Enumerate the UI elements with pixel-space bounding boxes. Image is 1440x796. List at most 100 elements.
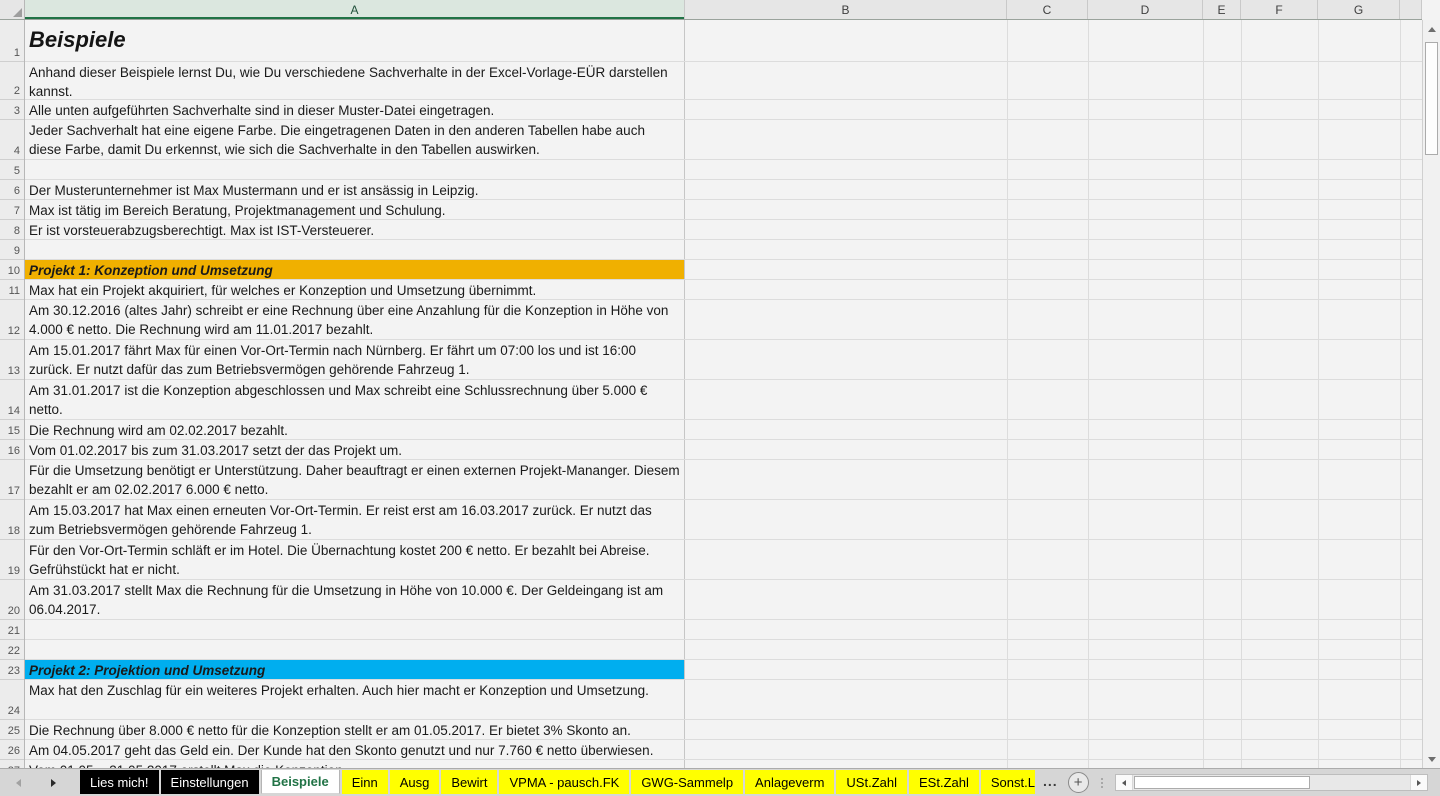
add-sheet-button[interactable]: +: [1068, 772, 1089, 793]
sheet-tab-gwg-sammelp[interactable]: GWG-Sammelp: [631, 770, 743, 794]
cell-A6[interactable]: Der Musterunternehmer ist Max Mustermann…: [25, 180, 685, 199]
row-number-16[interactable]: 16: [0, 440, 24, 460]
row-number-7[interactable]: 7: [0, 200, 24, 220]
sheet-row-19: Für den Vor-Ort-Termin schläft er im Hot…: [25, 540, 1422, 580]
row-number-3[interactable]: 3: [0, 100, 24, 120]
row-number-17[interactable]: 17: [0, 460, 24, 500]
row-number-14[interactable]: 14: [0, 380, 24, 420]
column-header-B[interactable]: B: [685, 0, 1007, 19]
vertical-scrollbar-thumb[interactable]: [1425, 42, 1438, 155]
cell-A3[interactable]: Alle unten aufgeführten Sachverhalte sin…: [25, 100, 685, 119]
column-header-row: ABCDEFG: [0, 0, 1422, 20]
cell-A27[interactable]: Vom 01.05. - 31.05.2017 erstellt Max die…: [25, 760, 685, 768]
row-number-13[interactable]: 13: [0, 340, 24, 380]
sheet-row-11: Max hat ein Projekt akquiriert, für welc…: [25, 280, 1422, 300]
row-number-22[interactable]: 22: [0, 640, 24, 660]
cell-A16[interactable]: Vom 01.02.2017 bis zum 31.03.2017 setzt …: [25, 440, 685, 459]
cell-A7[interactable]: Max ist tätig im Bereich Beratung, Proje…: [25, 200, 685, 219]
row-number-26[interactable]: 26: [0, 740, 24, 760]
sheet-tab-est-zahl[interactable]: ESt.Zahl: [909, 770, 979, 794]
row-number-5[interactable]: 5: [0, 160, 24, 180]
row-number-10[interactable]: 10: [0, 260, 24, 280]
scroll-up-button[interactable]: [1423, 20, 1440, 38]
sheet-row-8: Er ist vorsteuerabzugsberechtigt. Max is…: [25, 220, 1422, 240]
row-number-27[interactable]: 27: [0, 760, 24, 768]
cell-A25[interactable]: Die Rechnung über 8.000 € netto für die …: [25, 720, 685, 739]
sheet-row-26: Am 04.05.2017 geht das Geld ein. Der Kun…: [25, 740, 1422, 760]
prev-sheet-icon[interactable]: [16, 779, 21, 787]
column-header-C[interactable]: C: [1007, 0, 1088, 19]
cell-A19[interactable]: Für den Vor-Ort-Termin schläft er im Hot…: [25, 540, 685, 579]
sheet-row-17: Für die Umsetzung benötigt er Unterstütz…: [25, 460, 1422, 500]
sheet-tab-anlageverm[interactable]: Anlageverm: [745, 770, 834, 794]
sheet-tab-einstellungen[interactable]: Einstellungen: [161, 770, 259, 794]
sheet-tab-beispiele[interactable]: Beispiele: [261, 770, 340, 794]
sheet-row-20: Am 31.03.2017 stellt Max die Rechnung fü…: [25, 580, 1422, 620]
row-number-24[interactable]: 24: [0, 680, 24, 720]
row-number-1[interactable]: 1: [0, 20, 24, 62]
tabbar-resize-handle[interactable]: [1101, 778, 1103, 788]
cell-A12[interactable]: Am 30.12.2016 (altes Jahr) schreibt er e…: [25, 300, 685, 339]
sheet-tab-vpma-pausch-fk[interactable]: VPMA - pausch.FK: [499, 770, 629, 794]
cell-A10[interactable]: Projekt 1: Konzeption und Umsetzung: [25, 260, 685, 279]
row-number-2[interactable]: 2: [0, 62, 24, 100]
row-number-4[interactable]: 4: [0, 120, 24, 160]
sheet-tab-ust-zahl[interactable]: USt.Zahl: [836, 770, 907, 794]
row-number-9[interactable]: 9: [0, 240, 24, 260]
vertical-scrollbar[interactable]: [1422, 20, 1440, 768]
cell-A13[interactable]: Am 15.01.2017 fährt Max für einen Vor-Or…: [25, 340, 685, 379]
column-header-D[interactable]: D: [1088, 0, 1203, 19]
cell-A21[interactable]: [25, 620, 685, 639]
scroll-down-button[interactable]: [1423, 750, 1440, 768]
horizontal-scrollbar[interactable]: [1115, 774, 1428, 791]
sheet-tab-lies-mich[interactable]: Lies mich!: [80, 770, 159, 794]
row-number-18[interactable]: 18: [0, 500, 24, 540]
scroll-right-button[interactable]: [1410, 775, 1427, 790]
cell-A5[interactable]: [25, 160, 685, 179]
cell-A1[interactable]: Beispiele: [25, 20, 685, 61]
cell-A9[interactable]: [25, 240, 685, 259]
row-number-11[interactable]: 11: [0, 280, 24, 300]
sheet-tab-bar: Lies mich!EinstellungenBeispieleEinnAusg…: [0, 768, 1440, 796]
more-sheets-indicator[interactable]: ...: [1043, 773, 1058, 789]
cell-A22[interactable]: [25, 640, 685, 659]
cell-A4[interactable]: Jeder Sachverhalt hat eine eigene Farbe.…: [25, 120, 685, 159]
column-header-G[interactable]: G: [1318, 0, 1400, 19]
row-number-12[interactable]: 12: [0, 300, 24, 340]
column-header-E[interactable]: E: [1203, 0, 1241, 19]
horizontal-scrollbar-thumb[interactable]: [1134, 776, 1310, 789]
sheet-tabs: Lies mich!EinstellungenBeispieleEinnAusg…: [80, 769, 1037, 796]
sheet-tab-einn[interactable]: Einn: [342, 770, 388, 794]
cell-A11[interactable]: Max hat ein Projekt akquiriert, für welc…: [25, 280, 685, 299]
cell-A20[interactable]: Am 31.03.2017 stellt Max die Rechnung fü…: [25, 580, 685, 619]
cell-A8[interactable]: Er ist vorsteuerabzugsberechtigt. Max is…: [25, 220, 685, 239]
select-all-button[interactable]: [0, 0, 25, 19]
gridline-after-B: [1007, 20, 1008, 768]
row-number-19[interactable]: 19: [0, 540, 24, 580]
column-header-partial[interactable]: [1400, 0, 1422, 19]
column-header-F[interactable]: F: [1241, 0, 1318, 19]
row-number-15[interactable]: 15: [0, 420, 24, 440]
row-number-23[interactable]: 23: [0, 660, 24, 680]
cell-A23[interactable]: Projekt 2: Projektion und Umsetzung: [25, 660, 685, 679]
cell-A17[interactable]: Für die Umsetzung benötigt er Unterstütz…: [25, 460, 685, 499]
select-all-icon: [13, 8, 22, 17]
sheet-tab-sonst-l[interactable]: Sonst.L: [981, 770, 1035, 794]
cell-A24[interactable]: Max hat den Zuschlag für ein weiteres Pr…: [25, 680, 685, 719]
cell-A15[interactable]: Die Rechnung wird am 02.02.2017 bezahlt.: [25, 420, 685, 439]
row-number-6[interactable]: 6: [0, 180, 24, 200]
cell-A2[interactable]: Anhand dieser Beispiele lernst Du, wie D…: [25, 62, 685, 99]
next-sheet-icon[interactable]: [51, 779, 56, 787]
cell-A26[interactable]: Am 04.05.2017 geht das Geld ein. Der Kun…: [25, 740, 685, 759]
row-number-21[interactable]: 21: [0, 620, 24, 640]
row-number-25[interactable]: 25: [0, 720, 24, 740]
row-number-8[interactable]: 8: [0, 220, 24, 240]
sheet-tab-ausg[interactable]: Ausg: [390, 770, 440, 794]
column-header-A[interactable]: A: [25, 0, 685, 19]
row-number-20[interactable]: 20: [0, 580, 24, 620]
cell-A18[interactable]: Am 15.03.2017 hat Max einen erneuten Vor…: [25, 500, 685, 539]
scroll-left-button[interactable]: [1116, 775, 1133, 790]
cell-A14[interactable]: Am 31.01.2017 ist die Konzeption abgesch…: [25, 380, 685, 419]
sheet-tab-bewirt[interactable]: Bewirt: [441, 770, 497, 794]
horizontal-scrollbar-track[interactable]: [1133, 775, 1410, 790]
